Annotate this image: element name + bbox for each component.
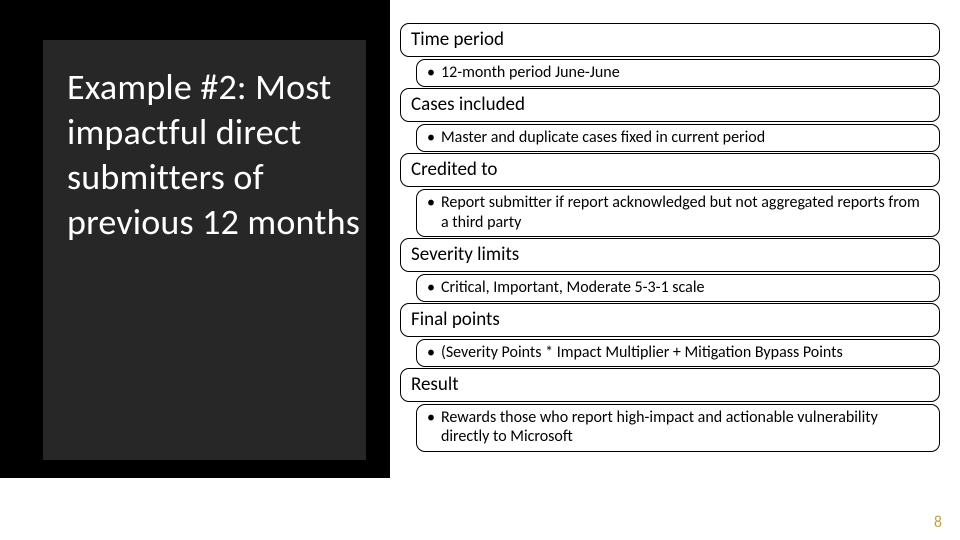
section-bullet: •12-month period June-June (416, 59, 940, 87)
section-header: Time period (400, 23, 940, 57)
content-area: Time period •12-month period June-June C… (400, 22, 940, 452)
bullet-text: (Severity Points * Impact Multiplier + M… (441, 343, 843, 362)
section-bullet: •Critical, Important, Moderate 5-3-1 sca… (416, 274, 940, 302)
page-number: 8 (934, 513, 942, 532)
section-header: Cases included (400, 88, 940, 122)
slide-title: Example #2: Most impactful direct submit… (67, 65, 367, 245)
bullet-text: Critical, Important, Moderate 5-3-1 scal… (441, 278, 705, 297)
section-bullet: •Report submitter if report acknowledged… (416, 189, 940, 236)
bullet-text: Report submitter if report acknowledged … (441, 193, 929, 231)
section-bullet: •(Severity Points * Impact Multiplier + … (416, 339, 940, 367)
section-header: Severity limits (400, 238, 940, 272)
section-bullet: •Master and duplicate cases fixed in cur… (416, 124, 940, 152)
section-header: Final points (400, 303, 940, 337)
bullet-text: 12-month period June-June (441, 63, 620, 82)
section-bullet: •Rewards those who report high-impact an… (416, 404, 940, 451)
section-header: Credited to (400, 153, 940, 187)
bullet-text: Master and duplicate cases fixed in curr… (441, 128, 765, 147)
bullet-text: Rewards those who report high-impact and… (441, 408, 929, 446)
section-header: Result (400, 368, 940, 402)
